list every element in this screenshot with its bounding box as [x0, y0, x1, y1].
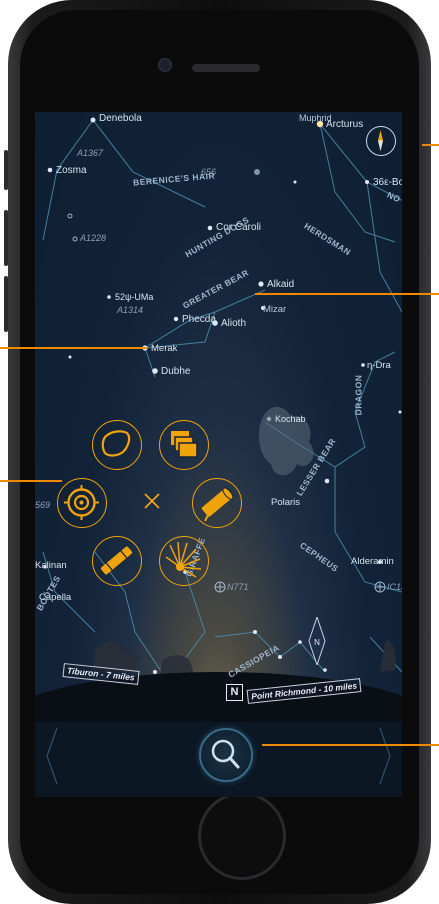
- star-label[interactable]: Zosma: [56, 165, 87, 176]
- telescope-icon: [201, 487, 234, 522]
- compass-icon: [378, 130, 383, 151]
- deep-sky-label[interactable]: 656: [201, 167, 216, 177]
- star-label[interactable]: Dubhe: [161, 366, 190, 377]
- star-label[interactable]: Kochab: [275, 414, 306, 424]
- chevron-right-icon[interactable]: [378, 726, 392, 786]
- deep-sky-label[interactable]: N771: [227, 582, 249, 592]
- callout-line-radial-menu: [0, 480, 62, 482]
- app-screen: Denebola Zosma Arcturus Muphrid 36ε-Boo …: [35, 112, 402, 797]
- radial-item-telescope[interactable]: [192, 478, 242, 528]
- star-label[interactable]: Alderamin: [351, 556, 394, 567]
- constellation-label: DRAGON: [353, 374, 364, 416]
- radial-item-meteor-shower[interactable]: [159, 536, 209, 586]
- svg-text:N: N: [314, 638, 320, 647]
- callout-line-star: [0, 347, 147, 349]
- volume-up-button: [4, 210, 8, 266]
- radial-item-binoculars[interactable]: [92, 536, 142, 586]
- star-label[interactable]: 52ψ-UMa: [115, 292, 153, 302]
- north-badge[interactable]: N: [226, 684, 243, 701]
- earpiece-speaker: [192, 64, 260, 72]
- deep-sky-label[interactable]: A1314: [117, 305, 143, 315]
- star-label[interactable]: Polaris: [271, 497, 300, 508]
- constellation-lines: [42, 117, 402, 678]
- home-button[interactable]: [198, 792, 286, 880]
- chevron-left-icon[interactable]: [45, 726, 59, 786]
- radial-item-galaxy[interactable]: [92, 420, 142, 470]
- callout-line-search: [262, 744, 439, 746]
- star-label[interactable]: Kalinan: [35, 560, 67, 571]
- close-menu-icon[interactable]: [142, 491, 162, 511]
- star-label[interactable]: Muphrid: [299, 113, 332, 123]
- star-label[interactable]: Denebola: [99, 113, 142, 124]
- deep-sky-label[interactable]: 569: [35, 500, 50, 510]
- radial-item-layers[interactable]: [159, 420, 209, 470]
- search-icon: [211, 739, 240, 769]
- layers-icon: [171, 431, 198, 458]
- compass-button[interactable]: [366, 126, 396, 156]
- star-label[interactable]: Alkaid: [267, 279, 294, 290]
- star-label[interactable]: Mizar: [263, 304, 286, 315]
- star-label[interactable]: η-Dra: [367, 360, 391, 371]
- callout-line-constellation: [255, 293, 439, 295]
- search-button[interactable]: [199, 728, 253, 782]
- ground-compass-needle-icon: N: [308, 617, 326, 665]
- mute-switch: [4, 150, 8, 190]
- deep-sky-label[interactable]: A1228: [80, 233, 106, 243]
- callout-line-compass: [422, 144, 439, 146]
- radial-item-target[interactable]: [57, 478, 107, 528]
- star-label[interactable]: Phecda: [182, 314, 216, 325]
- star-label[interactable]: Arcturus: [326, 119, 363, 130]
- target-icon: [64, 485, 99, 520]
- star-label[interactable]: Alioth: [221, 318, 246, 329]
- deep-sky-label[interactable]: A1367: [77, 148, 103, 158]
- galaxy-icon: [101, 430, 131, 457]
- deep-sky-label[interactable]: IC1396: [387, 582, 402, 592]
- meteor-shower-icon: [165, 541, 202, 578]
- volume-down-button: [4, 276, 8, 332]
- star-label[interactable]: Merak: [151, 343, 177, 354]
- star-label[interactable]: 36ε-Boo: [373, 177, 402, 188]
- binoculars-icon: [101, 546, 132, 575]
- front-camera: [158, 58, 172, 72]
